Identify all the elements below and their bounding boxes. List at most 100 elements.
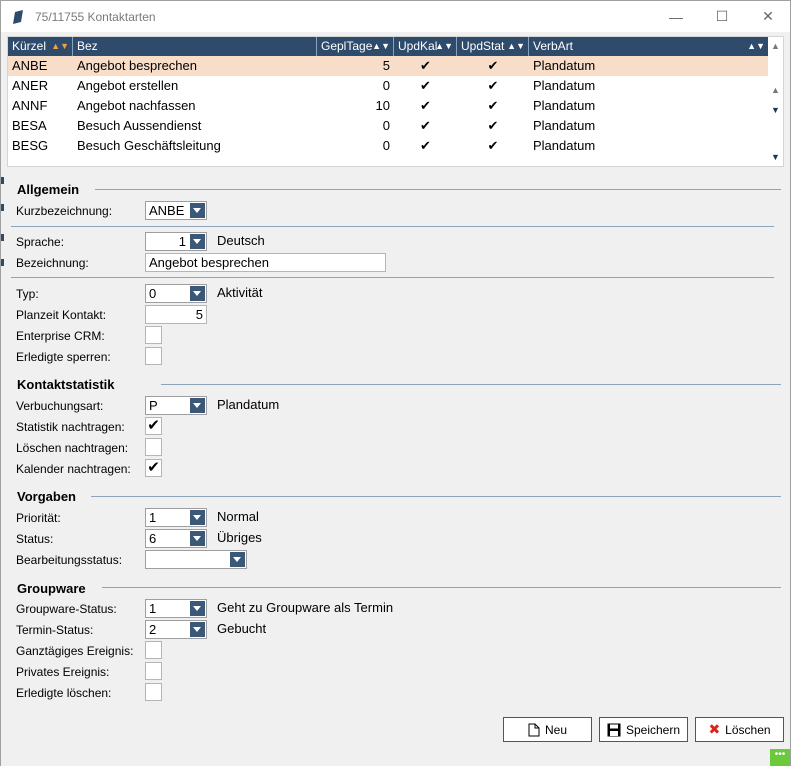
maximize-button[interactable]: ☐ [699, 1, 745, 32]
statistik-nachtragen-label: Statistik nachtragen: [16, 420, 125, 434]
speichern-button[interactable]: Speichern [599, 717, 688, 742]
cell-bez: Angebot erstellen [77, 78, 179, 93]
delete-x-icon: ✖ [708, 721, 721, 737]
column-header-gepltage[interactable]: GeplTage ▲▼ [317, 37, 394, 56]
chevron-down-icon[interactable] [190, 622, 205, 637]
section-divider [102, 587, 781, 588]
erledigte-loeschen-checkbox[interactable] [145, 683, 162, 701]
resize-grip-icon[interactable]: ••• [770, 749, 790, 766]
scroll-down-icon[interactable]: ▼ [770, 152, 781, 162]
planzeit-field[interactable]: 5 [145, 305, 207, 324]
scroll-up-icon[interactable]: ▲ [770, 41, 781, 51]
table-row[interactable]: ANNF Angebot nachfassen 10 ✔ ✔ Plandatum [8, 96, 768, 116]
termin-status-description: Gebucht [217, 621, 267, 636]
cell-gepltage: 10 [375, 98, 390, 113]
column-header-bez[interactable]: Bez [73, 37, 317, 56]
column-header-updstat[interactable]: UpdStat ▲▼ [457, 37, 529, 56]
scroll-down-icon[interactable]: ▼ [770, 105, 781, 115]
bezeichnung-field[interactable]: Angebot besprechen [145, 253, 386, 272]
cell-gepltage: 0 [382, 118, 390, 133]
verbuchungsart-description: Plandatum [217, 397, 280, 412]
edge-marker [1, 204, 4, 211]
title-bar: 75/11755 Kontaktarten — ☐ ✕ [1, 1, 790, 32]
chevron-down-icon[interactable] [190, 203, 205, 218]
checkmark-icon: ✔ [420, 118, 431, 133]
cell-kuerzel: ANNF [12, 98, 48, 113]
section-title-allgemein: Allgemein [17, 182, 80, 197]
prioritaet-select[interactable]: 1 [145, 508, 207, 527]
divider [11, 277, 774, 278]
close-button[interactable]: ✕ [745, 1, 791, 32]
chevron-down-icon[interactable] [190, 286, 205, 301]
chevron-down-icon[interactable] [190, 510, 205, 525]
sort-icon: ▲▼ [435, 41, 453, 51]
cell-bez: Angebot nachfassen [77, 98, 196, 113]
loeschen-nachtragen-label: Löschen nachtragen: [16, 441, 129, 455]
bezeichnung-label: Bezeichnung: [16, 256, 89, 270]
window: 75/11755 Kontaktarten — ☐ ✕ Kürzel ▲▼ Be… [0, 0, 791, 766]
cell-bez: Angebot besprechen [77, 58, 197, 73]
sprache-label: Sprache: [16, 235, 65, 249]
typ-select[interactable]: 0 [145, 284, 207, 303]
edge-marker [1, 177, 4, 184]
erledigte-sperren-checkbox[interactable] [145, 347, 162, 365]
chevron-down-icon[interactable] [190, 398, 205, 413]
chevron-down-icon[interactable] [230, 552, 245, 567]
grid-scrollbar[interactable]: ▲ ▲ ▼ ▼ [768, 37, 783, 166]
edge-marker [1, 259, 4, 266]
cell-verbart: Plandatum [533, 58, 596, 73]
status-select[interactable]: 6 [145, 529, 207, 548]
ganztaegig-checkbox[interactable] [145, 641, 162, 659]
edge-marker [1, 234, 4, 241]
section-title-groupware: Groupware [17, 581, 86, 596]
verbuchungsart-select[interactable]: P [145, 396, 207, 415]
table-row[interactable]: ANBE Angebot besprechen 5 ✔ ✔ Plandatum [8, 56, 768, 76]
sort-icon: ▲▼ [747, 41, 765, 51]
neu-button[interactable]: Neu [503, 717, 592, 742]
kurzbezeichnung-label: Kurzbezeichnung: [16, 204, 113, 218]
loeschen-button[interactable]: ✖ Löschen [695, 717, 784, 742]
cell-verbart: Plandatum [533, 78, 596, 93]
loeschen-nachtragen-checkbox[interactable] [145, 438, 162, 456]
kontaktarten-grid[interactable]: Kürzel ▲▼ Bez GeplTage ▲▼ UpdKal ▲▼ UpdS… [7, 36, 784, 167]
erledigte-sperren-label: Erledigte sperren: [16, 350, 111, 364]
checkmark-icon: ✔ [487, 78, 499, 93]
prioritaet-description: Normal [217, 509, 259, 524]
minimize-button[interactable]: — [653, 1, 699, 32]
status-bar: ••• [1, 746, 790, 766]
termin-status-label: Termin-Status: [16, 623, 94, 637]
groupware-status-select[interactable]: 1 [145, 599, 207, 618]
enterprise-crm-checkbox[interactable] [145, 326, 162, 344]
grid-header: Kürzel ▲▼ Bez GeplTage ▲▼ UpdKal ▲▼ UpdS… [8, 37, 768, 56]
groupware-status-description: Geht zu Groupware als Termin [217, 600, 394, 615]
checkmark-icon: ✔ [420, 78, 431, 93]
column-header-updkal[interactable]: UpdKal ▲▼ [394, 37, 457, 56]
privat-checkbox[interactable] [145, 662, 162, 680]
cell-verbart: Plandatum [533, 138, 596, 153]
checkmark-icon: ✔ [420, 58, 431, 73]
section-divider [161, 384, 781, 385]
scroll-up-icon[interactable]: ▲ [770, 85, 781, 95]
column-header-kuerzel[interactable]: Kürzel ▲▼ [8, 37, 73, 56]
chevron-down-icon[interactable] [190, 601, 205, 616]
table-row[interactable]: BESG Besuch Geschäftsleitung 0 ✔ ✔ Pland… [8, 136, 768, 156]
window-title: 75/11755 Kontaktarten [35, 10, 156, 24]
planzeit-label: Planzeit Kontakt: [16, 308, 107, 322]
kalender-nachtragen-checkbox[interactable]: ✔ [145, 459, 162, 477]
statistik-nachtragen-checkbox[interactable]: ✔ [145, 417, 162, 435]
checkmark-icon: ✔ [420, 138, 431, 153]
column-header-verbart[interactable]: VerbArt ▲▼ [529, 37, 768, 56]
kurzbezeichnung-select[interactable]: ANBE [145, 201, 207, 220]
enterprise-crm-label: Enterprise CRM: [16, 329, 105, 343]
table-row[interactable]: ANER Angebot erstellen 0 ✔ ✔ Plandatum [8, 76, 768, 96]
chevron-down-icon[interactable] [190, 234, 205, 249]
table-row[interactable]: BESA Besuch Aussendienst 0 ✔ ✔ Plandatum [8, 116, 768, 136]
sprache-select[interactable]: 1 [145, 232, 207, 251]
termin-status-select[interactable]: 2 [145, 620, 207, 639]
cell-bez: Besuch Geschäftsleitung [77, 138, 221, 153]
chevron-down-icon[interactable] [190, 531, 205, 546]
new-document-icon [528, 723, 540, 736]
checkmark-icon: ✔ [487, 98, 499, 113]
bearbeitungsstatus-select[interactable] [145, 550, 247, 569]
cell-gepltage: 0 [382, 78, 390, 93]
